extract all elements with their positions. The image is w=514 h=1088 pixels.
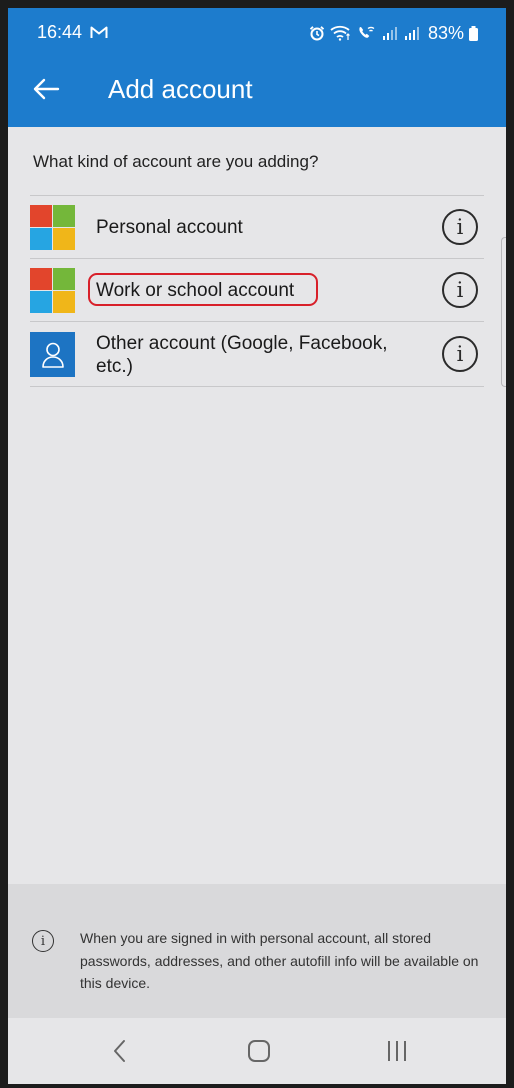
alarm-icon (309, 26, 325, 41)
page-title: Add account (108, 74, 253, 104)
microsoft-logo-icon (30, 205, 75, 250)
status-bar: 16:44 83% (8, 8, 506, 56)
navigation-bar (8, 1018, 506, 1084)
account-type-list: Personal account i Work or school accoun… (30, 195, 484, 387)
work-school-account-option[interactable]: Work or school account i (30, 259, 484, 322)
account-option-label: Personal account (96, 217, 243, 238)
back-nav-icon (114, 1040, 125, 1062)
personal-account-option[interactable]: Personal account i (30, 196, 484, 259)
info-icon: i (32, 930, 54, 952)
recents-nav-icon (388, 1041, 406, 1061)
signal-icon (382, 27, 397, 40)
edge-panel-handle[interactable] (501, 237, 506, 387)
info-icon: i (456, 277, 464, 302)
signal-icon (404, 27, 419, 40)
app-bar: Add account (8, 56, 506, 127)
person-icon (30, 332, 75, 377)
autofill-note: i When you are signed in with personal a… (8, 884, 506, 1018)
arrow-left-icon (33, 78, 60, 100)
wifi-calling-icon (359, 26, 375, 38)
gmail-icon (90, 26, 108, 38)
recents-nav-button[interactable] (382, 1036, 412, 1066)
battery-icon (469, 25, 478, 41)
wifi-icon (330, 25, 350, 41)
personal-account-info-button[interactable]: i (442, 209, 478, 245)
back-nav-button[interactable] (104, 1036, 134, 1066)
status-time: 16:44 (37, 22, 83, 42)
phone-screen: 16:44 83% Add account What kind of accou… (8, 8, 506, 1084)
home-nav-button[interactable] (244, 1036, 274, 1066)
status-icons: 83% (309, 22, 478, 44)
info-icon: i (456, 341, 464, 366)
account-option-label: Other account (Google, Facebook, etc.) (96, 333, 388, 377)
account-option-label: Work or school account (96, 280, 295, 301)
account-type-question: What kind of account are you adding? (33, 152, 319, 171)
info-icon: i (456, 214, 464, 239)
battery-percentage: 83% (427, 22, 464, 43)
back-button[interactable] (26, 72, 66, 106)
other-account-info-button[interactable]: i (442, 336, 478, 372)
other-account-option[interactable]: Other account (Google, Facebook, etc.) i (30, 322, 484, 387)
work-school-account-info-button[interactable]: i (442, 272, 478, 308)
microsoft-logo-icon (30, 268, 75, 313)
autofill-note-text: When you are signed in with personal acc… (80, 930, 479, 991)
home-nav-icon (248, 1040, 270, 1062)
